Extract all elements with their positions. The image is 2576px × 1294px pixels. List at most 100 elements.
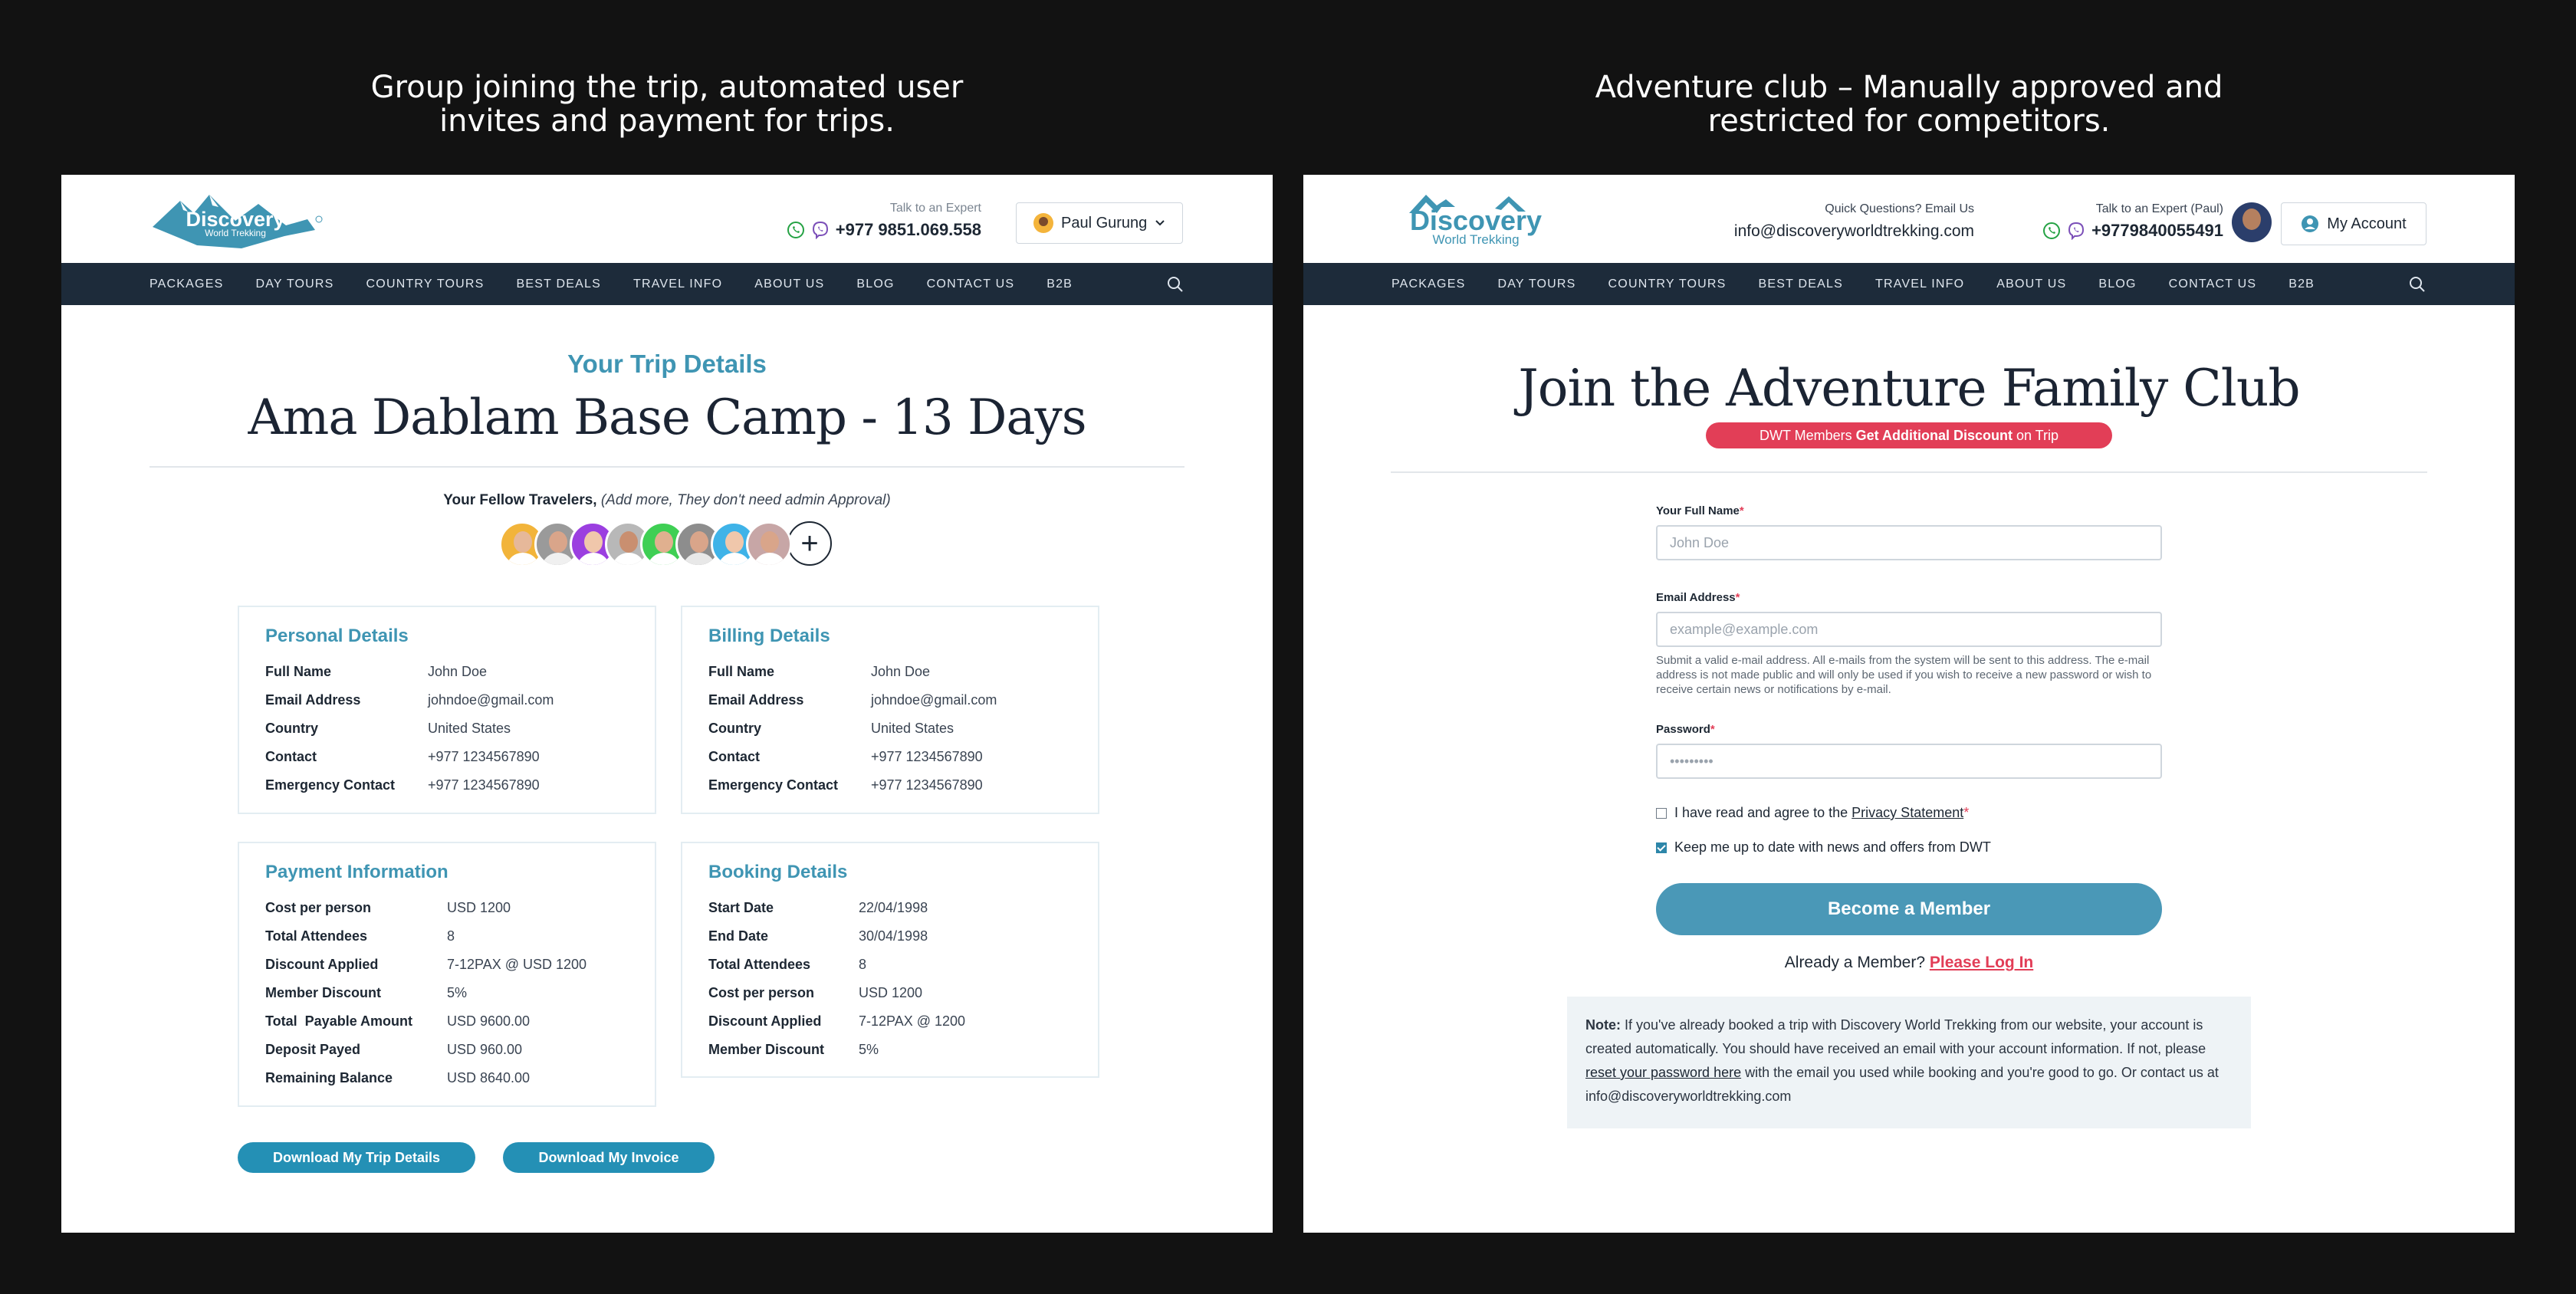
main-nav: PACKAGES DAY TOURS COUNTRY TOURS BEST DE… <box>1303 263 2515 305</box>
right-caption-line2: restricted for competitors. <box>1707 103 2111 139</box>
field-value: +977 1234567890 <box>428 777 540 793</box>
main-nav: PACKAGES DAY TOURS COUNTRY TOURS BEST DE… <box>61 263 1273 305</box>
user-menu-button[interactable]: Paul Gurung <box>1016 202 1183 244</box>
nav-b2b[interactable]: B2B <box>1046 278 1073 291</box>
field-value: +977 1234567890 <box>871 777 983 793</box>
reset-password-link[interactable]: reset your password here <box>1585 1065 1741 1080</box>
field-value: USD 1200 <box>859 985 923 1000</box>
club-title: Join the Adventure Family Club <box>1518 359 2300 418</box>
login-link[interactable]: Please Log In <box>1930 954 2033 971</box>
become-member-button[interactable]: Become a Member <box>1656 883 2162 935</box>
badge-text: DWT Members <box>1759 428 1856 443</box>
viber-icon[interactable] <box>2067 222 2085 240</box>
expert-phone[interactable]: +9779840055491 <box>2091 221 2223 241</box>
nav-packages[interactable]: PACKAGES <box>150 278 223 291</box>
field-value: United States <box>871 721 955 736</box>
newsletter-row: Keep me up to date with news and offers … <box>1656 839 2162 856</box>
contact-email[interactable]: info@discoveryworldtrekking.com <box>1734 222 1974 241</box>
quick-questions-label: Quick Questions? Email Us <box>1825 202 1974 215</box>
newsletter-checkbox[interactable] <box>1656 842 1667 853</box>
field-label: Member Discount <box>265 985 382 1000</box>
field-value: USD 1200 <box>447 900 511 915</box>
nav-contact-us[interactable]: CONTACT US <box>2169 278 2257 291</box>
field-value: 22/04/1998 <box>859 900 928 915</box>
user-name: Paul Gurung <box>1061 214 1148 232</box>
field-label: Full Name <box>708 664 775 679</box>
svg-text:World Trekking: World Trekking <box>205 228 266 238</box>
nav-travel-info[interactable]: TRAVEL INFO <box>1875 278 1964 291</box>
field-value: USD 8640.00 <box>447 1070 531 1085</box>
expert-phone[interactable]: +977 9851.069.558 <box>836 220 981 240</box>
password-label: Password* <box>1656 723 1715 736</box>
left-caption: Group joining the trip, automated user i… <box>61 71 1273 138</box>
viber-icon[interactable] <box>811 221 830 239</box>
field-label: Contact <box>708 749 760 764</box>
field-value: USD 960.00 <box>447 1042 523 1057</box>
field-value: United States <box>428 721 511 736</box>
nav-about-us[interactable]: ABOUT US <box>754 278 824 291</box>
logo-mark: Discovery World Trekking <box>153 195 323 248</box>
download-trip-details-button[interactable]: Download My Trip Details <box>238 1142 475 1173</box>
search-icon[interactable] <box>2408 275 2426 294</box>
nav-travel-info[interactable]: TRAVEL INFO <box>633 278 722 291</box>
search-icon[interactable] <box>1166 275 1184 294</box>
field-label: Start Date <box>708 900 774 915</box>
nav-contact-us[interactable]: CONTACT US <box>927 278 1015 291</box>
trip-subtitle: Your Trip Details <box>567 350 767 378</box>
field-label: Discount Applied <box>265 957 379 972</box>
fellow-note: (Add more, They don't need admin Approva… <box>600 492 891 508</box>
nav-best-deals[interactable]: BEST DEALS <box>1759 278 1843 291</box>
fellow-label: Your Fellow Travelers, <box>443 492 597 508</box>
nav-packages[interactable]: PACKAGES <box>1392 278 1465 291</box>
privacy-agree-row: I have read and agree to the Privacy Sta… <box>1656 805 2162 821</box>
note-text: If you've already booked a trip with Dis… <box>1585 1017 2206 1056</box>
nav-blog[interactable]: BLOG <box>856 278 894 291</box>
nav-country-tours[interactable]: COUNTRY TOURS <box>1608 278 1727 291</box>
svg-text:World Trekking: World Trekking <box>1432 232 1519 247</box>
left-caption-line1: Group joining the trip, automated user <box>370 70 964 105</box>
full-name-input[interactable] <box>1656 525 2162 560</box>
adventure-club-screen: Discovery World Trekking Quick Questions… <box>1303 175 2515 1233</box>
privacy-checkbox[interactable] <box>1656 807 1667 819</box>
field-label: Cost per person <box>265 900 372 915</box>
field-value: USD 9600.00 <box>447 1013 531 1029</box>
nav-day-tours[interactable]: DAY TOURS <box>1497 278 1576 291</box>
email-help-text: Submit a valid e-mail address. All e-mai… <box>1656 654 2152 696</box>
discovery-logo[interactable]: Discovery World Trekking <box>150 190 326 251</box>
field-value: 5% <box>859 1042 879 1057</box>
download-invoice-button[interactable]: Download My Invoice <box>503 1142 715 1173</box>
account-note: Note: If you've already booked a trip wi… <box>1567 997 2251 1128</box>
payment-information-card: Payment Information Cost per person USD 1… <box>238 842 656 1107</box>
field-value: 8 <box>859 957 867 972</box>
field-label: Full Name <box>265 664 332 679</box>
nav-day-tours[interactable]: DAY TOURS <box>255 278 334 291</box>
left-caption-line2: invites and payment for trips. <box>439 103 895 139</box>
nav-country-tours[interactable]: COUNTRY TOURS <box>366 278 485 291</box>
field-label: Discount Applied <box>708 1013 822 1029</box>
site-header: Discovery World Trekking Quick Questions… <box>1303 175 2515 263</box>
discovery-logo[interactable]: Discovery World Trekking <box>1403 190 1549 251</box>
traveler-avatar[interactable] <box>746 521 792 567</box>
password-input[interactable] <box>1656 744 2162 779</box>
nav-b2b[interactable]: B2B <box>2288 278 2315 291</box>
nav-best-deals[interactable]: BEST DEALS <box>517 278 601 291</box>
talk-to-expert: Talk to an Expert +977 9851.069.558 <box>787 202 981 240</box>
right-caption-line1: Adventure club – Manually approved and <box>1595 70 2223 105</box>
field-label: Deposit Payed <box>265 1042 361 1057</box>
badge-text-end: on Trip <box>2012 428 2059 443</box>
add-traveler-button[interactable]: + <box>787 521 832 566</box>
badge-highlight: Get Additional Discount <box>1855 428 2013 443</box>
name-label: Your Full Name* <box>1656 504 1744 517</box>
privacy-statement-link[interactable]: Privacy Statement <box>1852 805 1963 820</box>
nav-about-us[interactable]: ABOUT US <box>1996 278 2066 291</box>
whatsapp-icon[interactable] <box>2042 222 2061 240</box>
field-label: End Date <box>708 928 769 944</box>
nav-blog[interactable]: BLOG <box>2098 278 2136 291</box>
field-value: 7-12PAX @ 1200 <box>859 1013 966 1029</box>
whatsapp-icon[interactable] <box>787 221 805 239</box>
my-account-button[interactable]: My Account <box>2281 202 2426 245</box>
field-label: Remaining Balance <box>265 1070 393 1085</box>
booking-details-title: Booking Details <box>708 862 848 882</box>
talk-to-expert: Talk to an Expert (Paul) +9779840055491 <box>2042 202 2223 241</box>
email-input[interactable] <box>1656 612 2162 647</box>
